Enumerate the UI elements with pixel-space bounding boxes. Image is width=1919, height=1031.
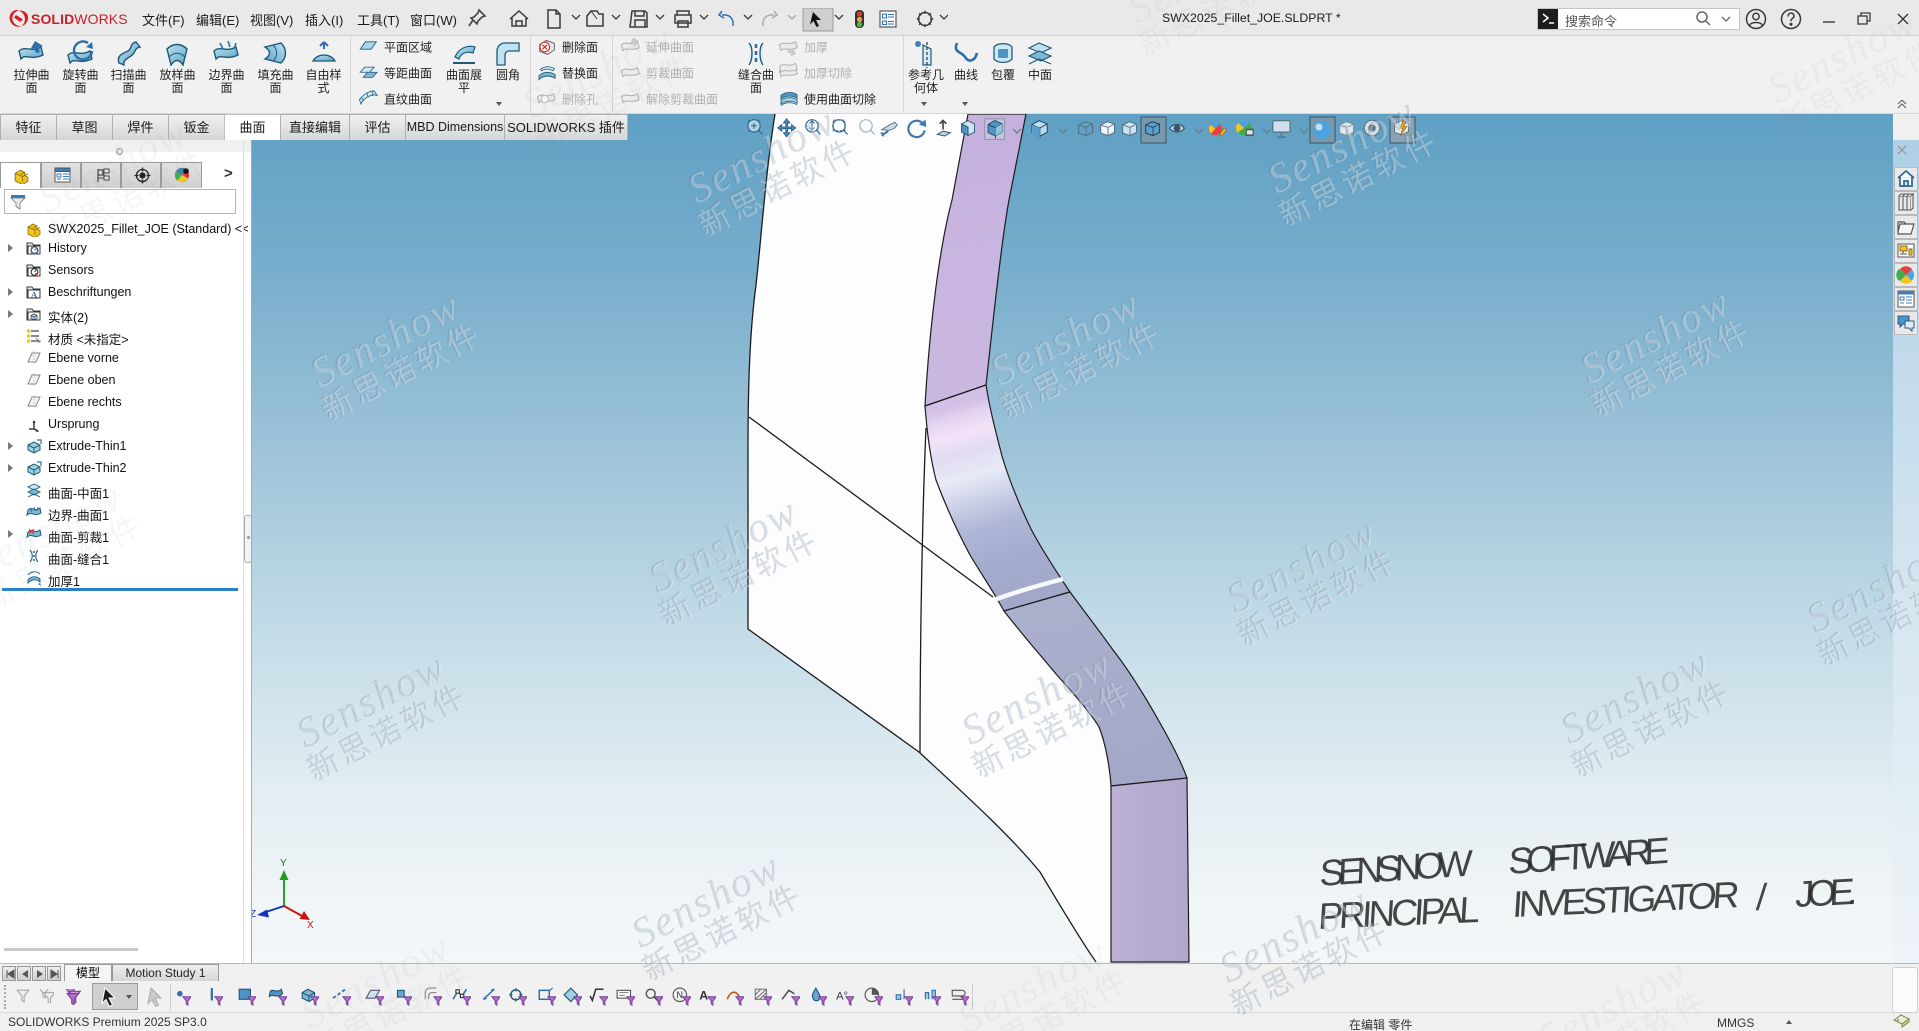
svg-text:X: X [307,920,314,931]
svg-text:PRINCIPAL: PRINCIPAL [1317,888,1482,937]
svg-text:Z: Z [252,909,256,920]
svg-text:Y: Y [280,858,287,869]
svg-text:N: N [676,990,682,1000]
svg-text:JOE.: JOE. [1795,870,1860,915]
svg-text:A: A [31,290,38,300]
svg-text:A: A [699,988,708,1002]
